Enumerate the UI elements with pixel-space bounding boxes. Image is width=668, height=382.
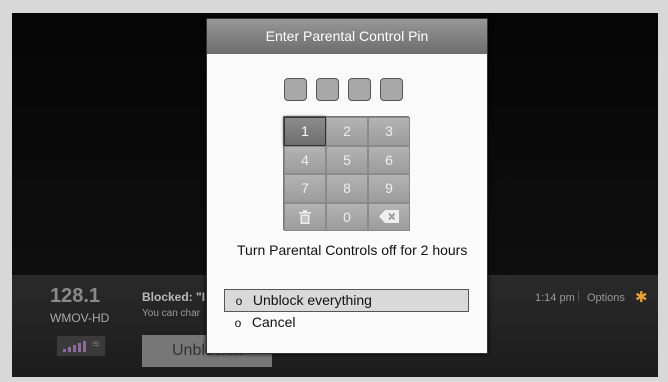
backspace-key[interactable] [368,202,410,231]
unblock-everything-option[interactable]: o Unblock everything [224,289,469,312]
dialog-title: Enter Parental Control Pin [207,19,487,54]
trash-icon [299,209,311,224]
option-label: Cancel [251,314,296,330]
option-bullet: o [235,294,243,308]
pin-entry [284,78,403,101]
cancel-option[interactable]: o Cancel [224,312,469,335]
options-label[interactable]: Options [587,292,625,304]
key-1[interactable]: 1 [284,117,326,146]
star-icon[interactable]: ✱ [635,288,648,306]
key-3[interactable]: 3 [368,117,410,146]
backspace-icon [379,210,399,224]
clock: 1:14 pm [535,292,575,304]
key-4[interactable]: 4 [284,145,326,174]
pin-digit-box [348,78,371,101]
key-5[interactable]: 5 [326,145,368,174]
key-2[interactable]: 2 [326,117,368,146]
pin-digit-box [284,78,307,101]
blocked-title: Blocked: "I [142,290,206,304]
signal-bars-icon [63,341,86,352]
option-bullet: o [234,316,242,330]
key-0[interactable]: 0 [326,202,368,231]
key-9[interactable]: 9 [368,174,410,203]
status-separator: | [577,290,580,302]
pin-digit-box [316,78,339,101]
antenna-icon: ≋ [91,339,100,350]
key-6[interactable]: 6 [368,145,410,174]
channel-name: WMOV-HD [50,311,110,325]
parental-controls-prompt: Turn Parental Controls off for 2 hours [237,242,468,258]
trash-key[interactable] [284,202,326,231]
pin-digit-box [380,78,403,101]
key-8[interactable]: 8 [326,174,368,203]
numeric-keypad: 1 2 3 4 5 6 7 8 9 0 [283,116,410,231]
option-label: Unblock everything [252,292,372,308]
blocked-description: You can char [142,308,201,319]
channel-number: 128.1 [50,285,101,307]
signal-strength-indicator: ≋ [56,335,106,357]
parental-pin-dialog: Enter Parental Control Pin 1 2 3 4 5 6 7… [206,18,488,354]
key-7[interactable]: 7 [284,174,326,203]
